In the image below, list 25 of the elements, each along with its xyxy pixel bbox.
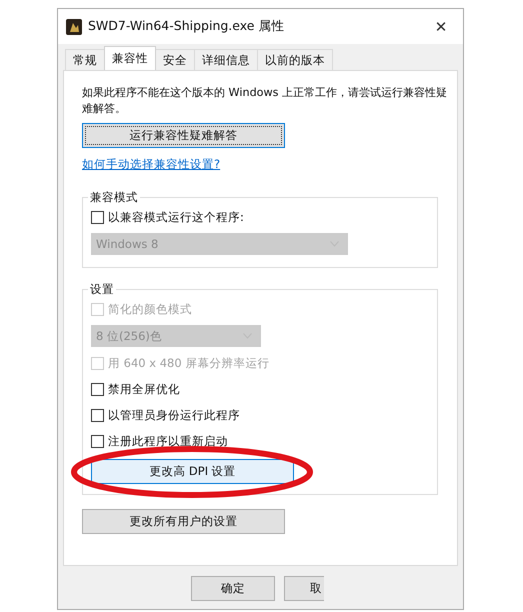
checkbox-label: 用 640 x 480 屏幕分辨率运行 [108,356,270,370]
footer-button[interactable]: 取 [284,576,324,601]
checkbox-label: 以兼容模式运行这个程序: [108,210,244,224]
intro-text: 如果此程序不能在这个版本的 Windows 上正常工作，请尝试运行兼容性疑难解答。 [82,85,448,117]
checkbox-label: 以管理员身份运行此程序 [108,408,240,422]
checkbox[interactable] [91,434,104,448]
checkbox[interactable] [91,210,104,224]
dpi-settings-button[interactable]: 更改高 DPI 设置 [91,459,294,484]
close-button[interactable]: ✕ [419,9,463,44]
group-title: 兼容模式 [89,190,139,205]
tab[interactable]: 兼容性 [104,46,156,70]
window-title: SWD7-Win64-Shipping.exe 属性 [88,18,286,35]
help-link[interactable]: 如何手动选择兼容性设置? [82,157,220,172]
tab[interactable]: 以前的版本 [257,49,333,70]
tab[interactable]: 常规 [65,49,105,70]
checkbox[interactable] [91,408,104,422]
checkbox-label: 禁用全屏优化 [108,382,180,396]
app-icon [66,18,82,34]
checkbox-label: 注册此程序以重新启动 [108,434,228,448]
checkbox[interactable] [91,382,104,396]
all-users-button[interactable]: 更改所有用户的设置 [82,509,285,534]
checkbox-label: 简化的颜色模式 [108,302,192,316]
group-title: 设置 [89,282,115,297]
troubleshoot-button[interactable]: 运行兼容性疑难解答 [82,123,285,148]
footer-button[interactable]: 确定 [191,576,275,601]
